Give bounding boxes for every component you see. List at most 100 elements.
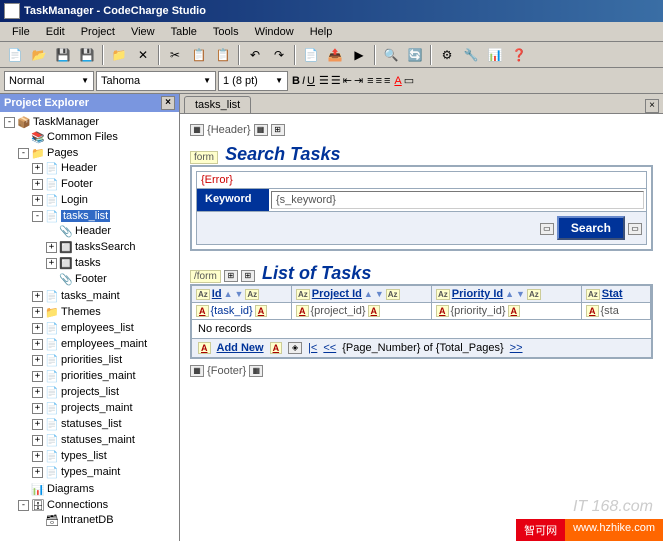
underline-button[interactable]: U — [307, 75, 315, 87]
tree-node[interactable]: statuses_maint — [61, 434, 135, 446]
tasks-grid[interactable]: AzId▲▼Az AzProject Id▲▼Az AzPriority Id▲… — [190, 284, 653, 359]
menu-file[interactable]: File — [4, 24, 38, 40]
val-status[interactable]: {sta — [601, 305, 619, 317]
col-project[interactable]: Project Id — [312, 288, 362, 300]
tab-close-button[interactable]: × — [645, 99, 659, 113]
tree-child[interactable]: Footer — [75, 273, 107, 285]
saveall-button[interactable]: 💾 — [76, 44, 98, 66]
form-close-tag[interactable]: /form — [190, 270, 221, 283]
list-ol-button[interactable]: ☰ — [319, 74, 329, 87]
list-ul-button[interactable]: ☰ — [331, 74, 341, 87]
italic-button[interactable]: I — [302, 75, 305, 87]
design-canvas[interactable]: ▦ {Header} ▦ ⊞ form Search Tasks {Error}… — [180, 114, 663, 541]
menu-view[interactable]: View — [123, 24, 163, 40]
align-right-button[interactable]: ≡ — [384, 75, 390, 87]
sorter-icon[interactable]: Az — [296, 289, 310, 300]
tree-pages[interactable]: Pages — [47, 147, 78, 159]
expand-icon[interactable]: + — [32, 307, 43, 318]
tree-child[interactable]: tasks — [75, 257, 101, 269]
tree-node[interactable]: types_maint — [61, 466, 120, 478]
tree-common[interactable]: Common Files — [47, 131, 118, 143]
expand-icon[interactable]: + — [32, 371, 43, 382]
run-button[interactable]: ▶ — [348, 44, 370, 66]
menu-edit[interactable]: Edit — [38, 24, 73, 40]
tree-node[interactable]: priorities_list — [61, 354, 122, 366]
sorter-icon[interactable]: Az — [245, 289, 259, 300]
copy-button[interactable]: 📋 — [188, 44, 210, 66]
tree-diagrams[interactable]: Diagrams — [47, 483, 94, 495]
expand-icon[interactable]: + — [32, 355, 43, 366]
font-combo[interactable]: Tahoma▼ — [96, 71, 216, 91]
val-priority[interactable]: {priority_id} — [451, 305, 506, 317]
open-button[interactable]: 📂 — [28, 44, 50, 66]
page-button[interactable]: 📄 — [300, 44, 322, 66]
expand-icon[interactable]: + — [32, 339, 43, 350]
refresh-button[interactable]: 🔄 — [404, 44, 426, 66]
no-records-row[interactable]: No records — [192, 320, 651, 339]
project-tree[interactable]: -📦TaskManager 📚Common Files -📁Pages +📄He… — [0, 112, 179, 541]
sidebar-close-button[interactable]: × — [161, 96, 175, 110]
wizard-button[interactable]: ⚙ — [436, 44, 458, 66]
bg-color-button[interactable]: ▭ — [404, 74, 414, 87]
label-icon[interactable]: A — [368, 305, 381, 317]
tree-node[interactable]: projects_list — [61, 386, 119, 398]
tree-tasks-list[interactable]: tasks_list — [61, 210, 110, 222]
form-open-tag[interactable]: form — [190, 151, 218, 164]
expand-icon[interactable]: + — [32, 163, 43, 174]
indent-button[interactable]: ⇥ — [354, 74, 363, 87]
link-icon[interactable]: A — [198, 342, 211, 354]
tree-child[interactable]: Header — [75, 225, 111, 237]
label-icon[interactable]: A — [296, 305, 309, 317]
col-id[interactable]: Id — [212, 288, 222, 300]
pager-text[interactable]: {Page_Number} of {Total_Pages} — [342, 342, 503, 354]
expand-icon[interactable]: + — [46, 258, 57, 269]
bold-button[interactable]: B — [292, 75, 300, 87]
save-button[interactable]: 💾 — [52, 44, 74, 66]
sort-asc-icon[interactable]: ▲ — [364, 289, 373, 299]
search-title[interactable]: Search Tasks — [221, 144, 344, 164]
footer-placeholder[interactable]: {Footer} — [207, 365, 246, 377]
tree-node[interactable]: types_list — [61, 450, 107, 462]
sorter-icon[interactable]: Az — [436, 289, 450, 300]
tree-node[interactable]: tasks_maint — [61, 290, 120, 302]
sort-desc-icon[interactable]: ▼ — [516, 289, 525, 299]
expand-icon[interactable]: + — [32, 451, 43, 462]
menu-tools[interactable]: Tools — [205, 24, 247, 40]
expand-icon[interactable]: + — [32, 419, 43, 430]
menu-project[interactable]: Project — [73, 24, 123, 40]
link-icon[interactable]: A — [270, 342, 283, 354]
footer-include[interactable]: ▦ {Footer} ▦ — [190, 365, 653, 377]
tree-node[interactable]: projects_maint — [61, 402, 133, 414]
expand-icon[interactable]: - — [18, 500, 29, 511]
label-icon[interactable]: A — [586, 305, 599, 317]
sorter-icon[interactable]: Az — [386, 289, 400, 300]
style-combo[interactable]: Normal▼ — [4, 71, 94, 91]
col-priority[interactable]: Priority Id — [452, 288, 503, 300]
menu-window[interactable]: Window — [247, 24, 302, 40]
expand-icon[interactable]: + — [32, 323, 43, 334]
new-button[interactable]: 📄 — [4, 44, 26, 66]
header-include[interactable]: ▦ {Header} ▦ ⊞ — [190, 124, 653, 136]
chart-button[interactable]: 📊 — [484, 44, 506, 66]
sort-desc-icon[interactable]: ▼ — [234, 289, 243, 299]
tree-node[interactable]: employees_list — [61, 322, 134, 334]
publish-button[interactable]: 📤 — [324, 44, 346, 66]
sorter-icon[interactable]: Az — [586, 289, 600, 300]
error-placeholder[interactable]: {Error} — [197, 172, 646, 189]
nav-prev[interactable]: << — [323, 342, 336, 354]
header-placeholder[interactable]: {Header} — [207, 124, 250, 136]
keyword-label[interactable]: Keyword — [197, 189, 269, 211]
tree-node[interactable]: employees_maint — [61, 338, 147, 350]
tree-root[interactable]: TaskManager — [33, 116, 99, 128]
tree-node[interactable]: Login — [61, 194, 88, 206]
menu-help[interactable]: Help — [302, 24, 341, 40]
tree-node[interactable]: Header — [61, 162, 97, 174]
undo-button[interactable]: ↶ — [244, 44, 266, 66]
tree-node[interactable]: priorities_maint — [61, 370, 136, 382]
outdent-button[interactable]: ⇤ — [343, 74, 352, 87]
expand-icon[interactable]: + — [32, 467, 43, 478]
expand-icon[interactable]: - — [4, 117, 15, 128]
keyword-input[interactable]: {s_keyword} — [271, 191, 644, 209]
link-icon[interactable]: A — [255, 305, 268, 317]
label-icon[interactable]: A — [508, 305, 521, 317]
